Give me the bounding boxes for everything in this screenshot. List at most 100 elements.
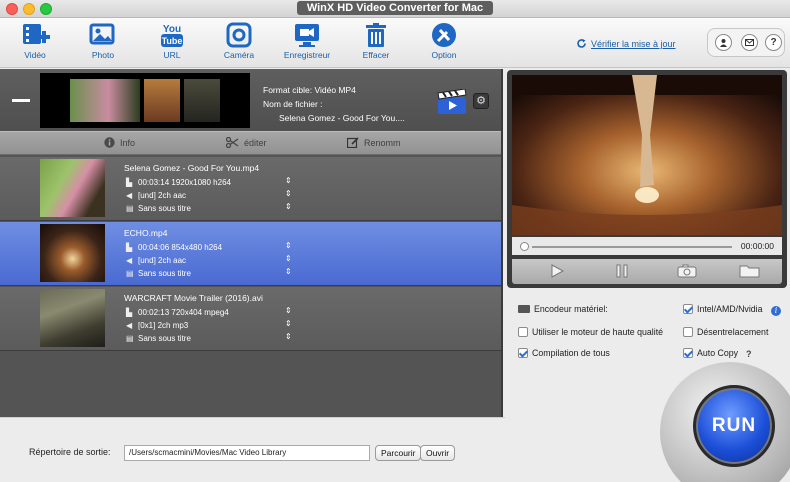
video-info-text: 00:03:14 1920x1080 h264 — [138, 178, 231, 187]
item-action-bar: Info éditer Renomm — [0, 131, 501, 155]
audio-info[interactable]: ◀ [0x1] 2ch mp3 — [126, 321, 188, 330]
list-empty-area — [0, 352, 501, 417]
toolbar-url-button[interactable]: You Tube URL — [142, 21, 202, 60]
file-row[interactable]: WARCRAFT Movie Trailer (2016).avi ▙ 00:02… — [0, 287, 501, 351]
file-title: ECHO.mp4 — [124, 228, 168, 238]
photo-icon — [89, 23, 115, 45]
run-button[interactable]: RUN — [693, 385, 775, 467]
deinterlace-label: Désentrelacement — [697, 327, 769, 337]
subtitle-info-text: Sans sous titre — [138, 204, 191, 213]
seek-knob[interactable] — [520, 242, 529, 251]
toolbar: Vidéo Photo You Tube URL Caméra Enregist… — [0, 18, 790, 68]
merge-checkbox[interactable]: Compilation de tous — [518, 348, 610, 358]
rename-button[interactable]: Renomm — [346, 137, 401, 150]
video-frame-image — [512, 75, 782, 235]
open-button[interactable]: Ouvrir — [420, 445, 456, 461]
output-dir-label: Répertoire de sortie: — [29, 447, 111, 457]
toolbar-option-button[interactable]: Option — [414, 21, 474, 60]
stepper-icon[interactable]: ⇕ — [285, 203, 292, 211]
toolbar-camera-label: Caméra — [223, 50, 255, 60]
open-folder-button[interactable] — [720, 259, 780, 284]
audio-info[interactable]: ◀ [und] 2ch aac — [126, 256, 186, 265]
toolbar-video-button[interactable]: Vidéo — [5, 21, 65, 60]
info-button[interactable]: Info — [104, 137, 135, 150]
file-row[interactable]: ECHO.mp4 ▙ 00:04:06 854x480 h264 ◀ [und] 2… — [0, 222, 501, 286]
stepper-icon[interactable]: ⇕ — [285, 190, 292, 198]
settings-button[interactable]: ⚙ — [473, 93, 489, 109]
intel-checkbox[interactable]: Intel/AMD/Nvidia — [683, 304, 763, 314]
subtitle-icon: ▤ — [126, 334, 134, 343]
file-thumbnail — [40, 224, 105, 282]
player-controls — [512, 259, 782, 284]
check-update-label: Vérifier la mise à jour — [591, 39, 676, 49]
output-path-field[interactable]: /Users/scmacmini/Movies/Mac Video Librar… — [124, 445, 370, 461]
checkbox-unchecked[interactable] — [683, 327, 693, 337]
stepper-icon[interactable]: ⇕ — [285, 177, 292, 185]
video-stream-icon: ▙ — [126, 178, 133, 187]
play-icon — [551, 264, 565, 278]
info-label: Info — [120, 138, 136, 148]
file-row[interactable]: Selena Gomez - Good For You.mp4 ▙ 00:03:1… — [0, 157, 501, 221]
hardware-icon — [518, 305, 530, 313]
checkbox-checked[interactable] — [683, 348, 693, 358]
browse-button[interactable]: Parcourir — [375, 445, 422, 461]
edit-button[interactable]: éditer — [225, 136, 267, 150]
gear-icon: ⚙ — [476, 95, 486, 107]
folder-icon — [739, 265, 760, 278]
mail-icon — [745, 39, 754, 46]
trash-icon — [366, 23, 386, 47]
seek-bar[interactable]: 00:00:00 — [512, 237, 782, 255]
output-format-button[interactable] — [437, 88, 469, 117]
toolbar-camera-button[interactable]: Caméra — [209, 21, 269, 60]
toolbar-clear-button[interactable]: Effacer — [346, 21, 406, 60]
snapshot-button[interactable] — [657, 259, 717, 284]
thumbnail-frame — [184, 79, 220, 122]
info-icon[interactable]: i — [771, 306, 781, 316]
deinterlace-checkbox[interactable]: Désentrelacement — [683, 327, 768, 337]
run-label: RUN — [711, 415, 757, 436]
subtitle-info[interactable]: ▤ Sans sous titre — [126, 204, 191, 213]
stepper-icon[interactable]: ⇕ — [285, 307, 292, 315]
user-button[interactable] — [715, 34, 732, 51]
subtitle-info[interactable]: ▤ Sans sous titre — [126, 269, 191, 278]
user-icon — [720, 39, 727, 47]
stepper-icon[interactable]: ⇕ — [285, 320, 292, 328]
checkbox-checked[interactable] — [683, 304, 693, 314]
file-thumbnail — [40, 159, 105, 217]
filename-value[interactable]: Selena Gomez - Good For You.... — [263, 111, 405, 125]
seek-track[interactable] — [532, 246, 732, 248]
edit-label: éditer — [244, 138, 267, 148]
mail-button[interactable] — [741, 34, 758, 51]
stepper-icon[interactable]: ⇕ — [285, 242, 292, 250]
screen-recorder-icon — [295, 24, 319, 47]
pause-button[interactable] — [592, 259, 652, 284]
check-update-link[interactable]: Vérifier la mise à jour — [576, 38, 676, 51]
help-button[interactable]: ? — [765, 34, 782, 51]
subtitle-info[interactable]: ▤ Sans sous titre — [126, 334, 191, 343]
autocopy-checkbox[interactable]: Auto Copy — [683, 348, 738, 358]
audio-info-text: [und] 2ch aac — [138, 256, 187, 265]
scissors-icon — [225, 136, 239, 150]
toolbar-url-label: URL — [163, 50, 181, 60]
toolbar-clear-label: Effacer — [362, 50, 390, 60]
header-thumbnails — [40, 73, 250, 128]
autocopy-label: Auto Copy — [697, 348, 739, 358]
target-format: Format cible: Vidéo MP4 — [263, 85, 356, 95]
checkbox-unchecked[interactable] — [518, 327, 528, 337]
toolbar-recorder-button[interactable]: Enregistreur — [277, 21, 337, 60]
toolbar-photo-button[interactable]: Photo — [73, 21, 133, 60]
thumbnail-frame — [144, 79, 180, 122]
high-quality-checkbox[interactable]: Utiliser le moteur de haute qualité — [518, 327, 663, 337]
high-quality-label: Utiliser le moteur de haute qualité — [532, 327, 664, 337]
play-button[interactable] — [527, 259, 587, 284]
thumbnail-frame — [70, 79, 140, 122]
autocopy-help-icon[interactable]: ? — [746, 349, 752, 359]
add-video-icon — [23, 24, 50, 44]
checkbox-checked[interactable] — [518, 348, 528, 358]
stepper-icon[interactable]: ⇕ — [285, 333, 292, 341]
collapse-button[interactable] — [12, 99, 30, 102]
audio-info[interactable]: ◀ [und] 2ch aac — [126, 191, 186, 200]
stepper-icon[interactable]: ⇕ — [285, 255, 292, 263]
toolbar-video-label: Vidéo — [24, 50, 46, 60]
stepper-icon[interactable]: ⇕ — [285, 268, 292, 276]
